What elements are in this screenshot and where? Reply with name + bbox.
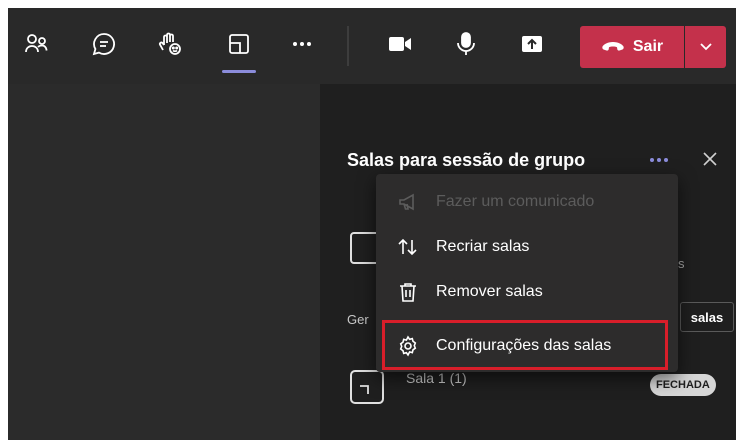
menu-item-recreate-rooms[interactable]: Recriar salas (376, 227, 678, 267)
gear-icon (396, 334, 420, 358)
breakout-room-icon (360, 385, 369, 394)
toolbar-separator (347, 26, 349, 66)
more-dot (664, 158, 668, 162)
chevron-down-icon (699, 43, 712, 51)
leave-options-button[interactable] (685, 26, 726, 68)
menu-item-announcement: Fazer um comunicado (376, 182, 678, 222)
menu-item-label: Recriar salas (436, 238, 530, 255)
sort-arrows-icon (396, 235, 420, 259)
breakout-rooms-icon (229, 34, 249, 54)
panel-options-menu: Fazer um comunicado Recriar salas Remove… (376, 174, 678, 372)
room-name[interactable]: Sala 1 (1) (406, 370, 467, 386)
peek-text: s (678, 256, 685, 271)
close-icon (703, 152, 717, 166)
share-button[interactable] (514, 26, 550, 62)
meeting-toolbar: Sair (8, 8, 736, 84)
leave-label: Sair (632, 38, 664, 55)
open-rooms-button[interactable]: salas (680, 302, 734, 332)
camera-icon (389, 37, 411, 51)
microphone-button[interactable] (448, 26, 484, 62)
menu-item-label: Remover salas (436, 283, 543, 300)
chat-icon (92, 33, 115, 56)
menu-item-remove-rooms[interactable]: Remover salas (376, 272, 678, 312)
room-icon (350, 370, 384, 404)
participants-button[interactable] (18, 26, 54, 62)
active-tab-indicator (222, 70, 256, 73)
menu-item-label: Fazer um comunicado (436, 193, 595, 210)
breakout-rooms-button[interactable] (221, 26, 257, 62)
panel-close-button[interactable] (695, 144, 725, 174)
more-actions-button[interactable] (284, 26, 320, 62)
more-dot (650, 158, 654, 162)
mic-icon (457, 32, 475, 55)
panel-title: Salas para sessão de grupo (347, 150, 586, 170)
more-icon (293, 42, 311, 46)
share-icon (522, 36, 542, 52)
chat-button[interactable] (86, 26, 122, 62)
leave-button[interactable]: Sair (580, 26, 684, 68)
more-dot (657, 158, 661, 162)
meeting-window: Sair Salas para sessão de grupo s Ger sa… (8, 8, 736, 440)
reactions-button[interactable] (152, 26, 188, 62)
menu-item-room-settings[interactable]: Configurações das salas (376, 326, 678, 366)
raise-hand-icon (158, 32, 181, 55)
trash-icon (396, 280, 420, 304)
megaphone-icon (396, 190, 420, 214)
video-stage (8, 84, 320, 440)
people-icon (25, 34, 48, 53)
menu-item-label: Configurações das salas (436, 337, 612, 354)
room-status-badge: FECHADA (650, 374, 716, 396)
camera-button[interactable] (382, 26, 418, 62)
panel-more-options-button[interactable] (644, 146, 674, 174)
manage-label: Ger (347, 312, 369, 327)
phone-hangup-icon (602, 42, 624, 51)
